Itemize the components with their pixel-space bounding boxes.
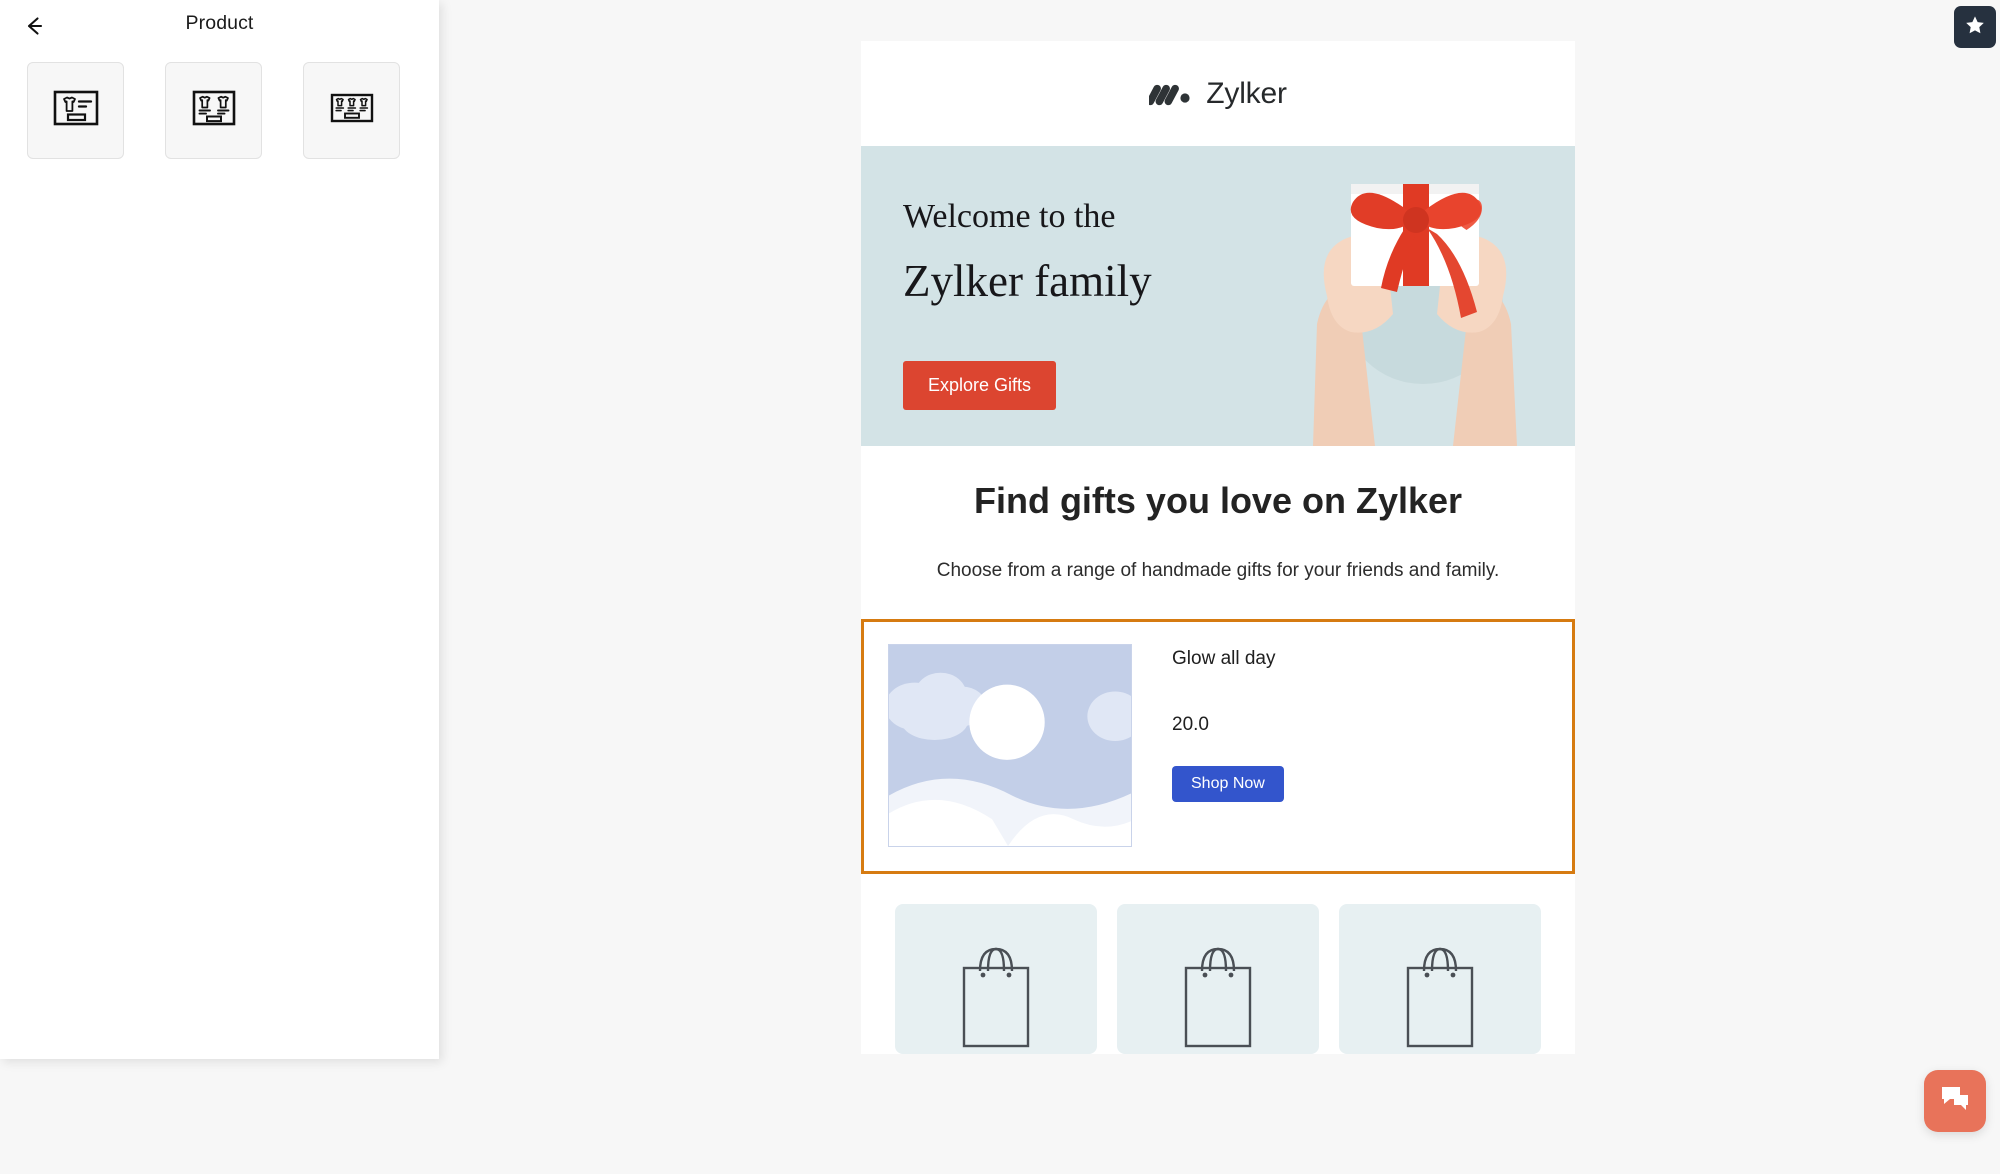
email-preview: Zylker Welcome to the Zylker family Expl… bbox=[861, 41, 1575, 1055]
hero-text: Welcome to the Zylker family bbox=[903, 198, 1233, 307]
product-layout-3col-icon bbox=[328, 88, 376, 133]
chat-bubbles-icon bbox=[1940, 1085, 1970, 1118]
product-layout-2col-icon bbox=[190, 86, 238, 135]
shop-now-button[interactable]: Shop Now bbox=[1172, 766, 1284, 803]
zylker-logo-icon bbox=[1146, 76, 1193, 111]
product-info: Glow all day 20.0 Shop Now bbox=[1132, 644, 1284, 847]
hero-headline-line1: Welcome to the bbox=[903, 198, 1116, 235]
bag-card[interactable] bbox=[895, 904, 1097, 1055]
product-price: 20.0 bbox=[1172, 714, 1209, 736]
email-header: Zylker bbox=[861, 41, 1575, 146]
shopping-bag-icon bbox=[962, 947, 1030, 1048]
intro-subtitle: Choose from a range of handmade gifts fo… bbox=[936, 559, 1500, 581]
bag-card[interactable] bbox=[1117, 904, 1319, 1055]
layout-option-two-column[interactable] bbox=[165, 62, 262, 159]
bag-card[interactable] bbox=[1339, 904, 1541, 1055]
layout-options-grid bbox=[27, 62, 400, 159]
layout-option-three-column[interactable] bbox=[303, 62, 400, 159]
brand-name: Zylker bbox=[1206, 76, 1287, 110]
favorite-button[interactable] bbox=[1954, 6, 1996, 48]
product-name: Glow all day bbox=[1172, 648, 1276, 670]
product-bag-row bbox=[861, 874, 1575, 1055]
product-image[interactable] bbox=[888, 644, 1132, 848]
brand-lockup: Zylker bbox=[1146, 76, 1287, 111]
layout-option-one-column[interactable] bbox=[27, 62, 124, 159]
product-layout-1col-icon bbox=[52, 86, 100, 135]
hero-banner: Welcome to the Zylker family Explore Gif… bbox=[861, 146, 1575, 446]
product-block-selected[interactable]: Glow all day 20.0 Shop Now bbox=[861, 619, 1575, 875]
panel-title: Product bbox=[185, 12, 254, 34]
explore-gifts-button[interactable]: Explore Gifts bbox=[903, 361, 1057, 410]
product-layout-panel: Product bbox=[0, 0, 439, 1059]
panel-header: Product bbox=[0, 0, 439, 56]
hero-headline-line2: Zylker family bbox=[903, 256, 1152, 307]
shopping-bag-icon bbox=[1406, 947, 1474, 1048]
chat-support-button[interactable] bbox=[1924, 1070, 1986, 1132]
star-icon bbox=[1964, 14, 1986, 41]
hero-gift-image bbox=[1255, 146, 1575, 446]
app-root: Product Zylker Welcome to the Zylker fam… bbox=[0, 0, 2000, 1174]
intro-section: Find gifts you love on Zylker Choose fro… bbox=[861, 446, 1575, 619]
product-placeholder-graphic bbox=[889, 645, 1131, 847]
shopping-bag-icon bbox=[1184, 947, 1252, 1048]
intro-title: Find gifts you love on Zylker bbox=[973, 480, 1463, 521]
